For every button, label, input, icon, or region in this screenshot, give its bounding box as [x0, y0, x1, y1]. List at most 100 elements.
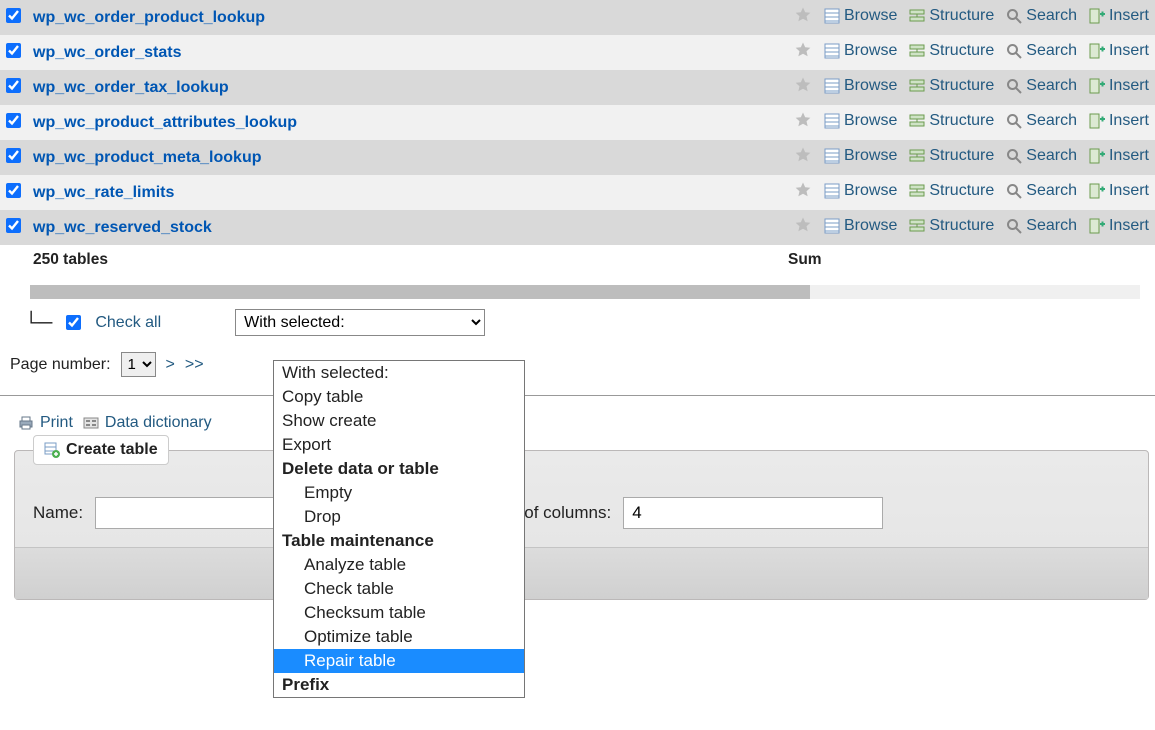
- insert-icon: [1089, 43, 1105, 59]
- row-checkbox[interactable]: [6, 43, 21, 58]
- page-number-label: Page number:: [10, 356, 111, 374]
- structure-link[interactable]: Structure: [909, 217, 994, 235]
- favorite-star-icon[interactable]: [794, 181, 812, 199]
- structure-icon: [909, 78, 925, 94]
- check-all-arrow-icon: └─: [24, 313, 52, 333]
- search-link[interactable]: Search: [1006, 182, 1077, 200]
- row-checkbox[interactable]: [6, 8, 21, 23]
- table-row: wp_wc_product_attributes_lookup Browse Str…: [0, 105, 1155, 140]
- table-name-link[interactable]: wp_wc_order_stats: [33, 44, 182, 61]
- table-name-link[interactable]: wp_wc_reserved_stock: [33, 219, 212, 236]
- page-number-select[interactable]: 1: [121, 352, 156, 377]
- insert-link[interactable]: Insert: [1089, 42, 1149, 60]
- browse-icon: [824, 148, 840, 164]
- columns-count-input[interactable]: [623, 497, 883, 529]
- insert-icon: [1089, 183, 1105, 199]
- option-item[interactable]: Check table: [274, 577, 524, 601]
- favorite-star-icon[interactable]: [794, 6, 812, 24]
- separator: [0, 395, 1155, 396]
- option-group: Prefix: [274, 673, 524, 697]
- search-link[interactable]: Search: [1006, 112, 1077, 130]
- browse-link[interactable]: Browse: [824, 77, 897, 95]
- option-group: Table maintenance: [274, 529, 524, 553]
- row-checkbox[interactable]: [6, 148, 21, 163]
- favorite-star-icon[interactable]: [794, 76, 812, 94]
- browse-link[interactable]: Browse: [824, 217, 897, 235]
- search-icon: [1006, 218, 1022, 234]
- structure-link[interactable]: Structure: [909, 7, 994, 25]
- create-table-footer: [15, 547, 1148, 599]
- browse-link[interactable]: Browse: [824, 7, 897, 25]
- search-link[interactable]: Search: [1006, 217, 1077, 235]
- option-item[interactable]: Export: [274, 433, 524, 457]
- scrollbar-thumb[interactable]: [30, 285, 810, 299]
- browse-icon: [824, 113, 840, 129]
- table-name-link[interactable]: wp_wc_order_tax_lookup: [33, 79, 229, 96]
- table-name-link[interactable]: wp_wc_product_meta_lookup: [33, 149, 262, 166]
- summary-row: 250 tablesSum: [0, 245, 1155, 275]
- print-link[interactable]: Print: [18, 414, 73, 432]
- option-item[interactable]: Empty: [274, 481, 524, 505]
- row-checkbox[interactable]: [6, 183, 21, 198]
- page-last-link[interactable]: >>: [185, 356, 204, 374]
- table-name-link[interactable]: wp_wc_order_product_lookup: [33, 9, 265, 26]
- page-next-link[interactable]: >: [166, 356, 175, 374]
- browse-link[interactable]: Browse: [824, 42, 897, 60]
- data-dictionary-label: Data dictionary: [105, 414, 212, 432]
- option-item[interactable]: Show create: [274, 409, 524, 433]
- table-row: wp_wc_rate_limits Browse Structure Search In…: [0, 175, 1155, 210]
- horizontal-scrollbar[interactable]: [30, 285, 1140, 299]
- browse-icon: [824, 43, 840, 59]
- data-dictionary-link[interactable]: Data dictionary: [83, 414, 212, 432]
- create-table-legend-label: Create table: [66, 441, 158, 459]
- bulk-action-listbox[interactable]: With selected:Copy tableShow createExpor…: [273, 360, 525, 698]
- new-table-icon: [44, 442, 60, 458]
- insert-icon: [1089, 113, 1105, 129]
- insert-link[interactable]: Insert: [1089, 112, 1149, 130]
- search-link[interactable]: Search: [1006, 147, 1077, 165]
- insert-link[interactable]: Insert: [1089, 217, 1149, 235]
- search-link[interactable]: Search: [1006, 77, 1077, 95]
- row-checkbox[interactable]: [6, 78, 21, 93]
- insert-link[interactable]: Insert: [1089, 147, 1149, 165]
- row-checkbox[interactable]: [6, 113, 21, 128]
- structure-icon: [909, 148, 925, 164]
- search-icon: [1006, 43, 1022, 59]
- table-name-link[interactable]: wp_wc_product_attributes_lookup: [33, 114, 297, 131]
- favorite-star-icon[interactable]: [794, 146, 812, 164]
- structure-link[interactable]: Structure: [909, 112, 994, 130]
- option-item[interactable]: Checksum table: [274, 601, 524, 625]
- check-all-checkbox[interactable]: [66, 315, 81, 330]
- option-group: Delete data or table: [274, 457, 524, 481]
- row-checkbox[interactable]: [6, 218, 21, 233]
- browse-link[interactable]: Browse: [824, 147, 897, 165]
- insert-link[interactable]: Insert: [1089, 77, 1149, 95]
- table-name-link[interactable]: wp_wc_rate_limits: [33, 184, 174, 201]
- favorite-star-icon[interactable]: [794, 216, 812, 234]
- browse-icon: [824, 8, 840, 24]
- browse-link[interactable]: Browse: [824, 182, 897, 200]
- search-icon: [1006, 148, 1022, 164]
- option-item[interactable]: Copy table: [274, 385, 524, 409]
- insert-link[interactable]: Insert: [1089, 182, 1149, 200]
- option-item[interactable]: With selected:: [274, 361, 524, 385]
- favorite-star-icon[interactable]: [794, 41, 812, 59]
- search-link[interactable]: Search: [1006, 42, 1077, 60]
- search-link[interactable]: Search: [1006, 7, 1077, 25]
- print-icon: [18, 415, 34, 431]
- option-item[interactable]: Repair table: [274, 649, 524, 673]
- insert-icon: [1089, 78, 1105, 94]
- tables-list: wp_wc_order_product_lookup Browse Structur…: [0, 0, 1155, 275]
- structure-link[interactable]: Structure: [909, 42, 994, 60]
- check-all-label[interactable]: Check all: [95, 314, 161, 332]
- favorite-star-icon[interactable]: [794, 111, 812, 129]
- option-item[interactable]: Optimize table: [274, 625, 524, 649]
- browse-link[interactable]: Browse: [824, 112, 897, 130]
- structure-link[interactable]: Structure: [909, 182, 994, 200]
- option-item[interactable]: Drop: [274, 505, 524, 529]
- option-item[interactable]: Analyze table: [274, 553, 524, 577]
- insert-link[interactable]: Insert: [1089, 7, 1149, 25]
- structure-link[interactable]: Structure: [909, 77, 994, 95]
- structure-link[interactable]: Structure: [909, 147, 994, 165]
- bulk-action-select[interactable]: With selected:: [235, 309, 485, 336]
